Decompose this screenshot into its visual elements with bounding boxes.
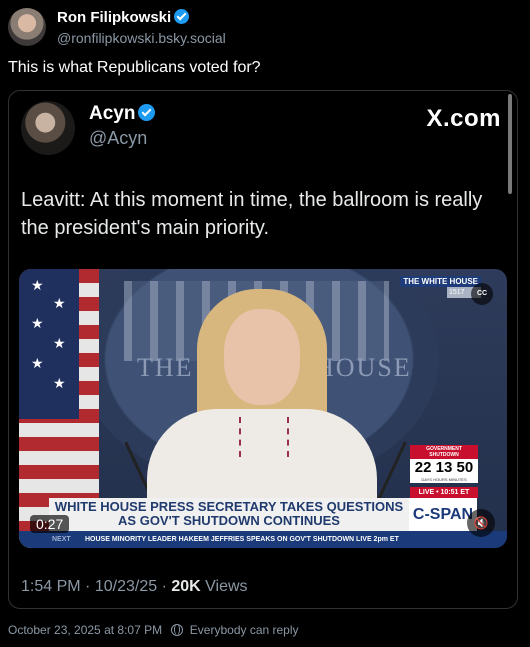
- video-duration: 0:27: [30, 515, 70, 533]
- video-headline: WHITE HOUSE PRESS SECRETARY TAKES QUESTI…: [49, 498, 409, 532]
- post-timestamp[interactable]: October 23, 2025 at 8:07 PM: [8, 623, 162, 637]
- shutdown-units: DAYS HOURS MINUTES: [421, 477, 467, 482]
- post-author-handle[interactable]: @ronfilipkowski.bsky.social: [57, 30, 226, 46]
- flag-star: ★: [31, 355, 44, 371]
- ticker-label: NEXT: [52, 536, 71, 543]
- post-author-name-row[interactable]: Ron Filipkowski: [57, 9, 190, 26]
- flag-star: ★: [31, 315, 44, 331]
- video-background-text-right: HOUSE: [315, 353, 412, 382]
- post-footer: October 23, 2025 at 8:07 PM Everybody ca…: [8, 623, 299, 637]
- post-author-avatar[interactable]: [8, 8, 46, 46]
- meta-separator: ·: [161, 578, 167, 595]
- flag-star: ★: [31, 277, 44, 293]
- flag-star: ★: [53, 375, 66, 391]
- mute-icon[interactable]: 🔇: [467, 509, 495, 537]
- video-headline-line1: WHITE HOUSE PRESS SECRETARY TAKES QUESTI…: [54, 499, 404, 514]
- video-headline-line2: AS GOV'T SHUTDOWN CONTINUES: [118, 513, 340, 528]
- flag-star: ★: [53, 295, 66, 311]
- news-ticker: NEXT HOUSE MINORITY LEADER HAKEEM JEFFRI…: [19, 531, 507, 548]
- embed-source-logo[interactable]: X.com: [426, 105, 501, 133]
- flag-star: ★: [53, 335, 66, 351]
- embed-time[interactable]: 1:54 PM: [21, 578, 81, 595]
- video-player[interactable]: THE W HOUSE ★ ★ ★ ★ ★ ★ THE WHITE HOUSE …: [19, 269, 507, 548]
- post-text: This is what Republicans voted for?: [8, 59, 261, 76]
- post-author-name[interactable]: Ron Filipkowski: [57, 9, 171, 26]
- flag-union: [19, 269, 79, 419]
- verified-badge-icon: [174, 9, 190, 24]
- embed-author-avatar[interactable]: [21, 101, 75, 155]
- embed-date[interactable]: 10/23/25: [95, 578, 157, 595]
- speaker-jacket-trim: [239, 417, 289, 457]
- embed-author-name[interactable]: Acyn: [89, 103, 135, 124]
- globe-icon: [171, 624, 184, 636]
- embed-views-count: 20K: [171, 578, 201, 595]
- verified-badge-icon: [138, 104, 156, 121]
- embed-meta: 1:54 PM · 10/23/25 · 20K Views: [21, 578, 248, 596]
- embed-post-text: Leavitt: At this moment in time, the bal…: [21, 189, 483, 239]
- shutdown-label-2: SHUTDOWN: [429, 452, 459, 458]
- cc-icon[interactable]: CC: [471, 283, 493, 305]
- shutdown-clock: 22 13 50: [414, 459, 474, 476]
- embed-author-handle[interactable]: @Acyn: [89, 128, 147, 149]
- embed-scrollbar[interactable]: [508, 94, 512, 194]
- speaker-face: [224, 309, 300, 405]
- live-indicator: LIVE • 10:51 ET: [410, 487, 478, 498]
- meta-separator: ·: [85, 578, 91, 595]
- shutdown-label: GOVERNMENT SHUTDOWN: [410, 445, 478, 459]
- network-tag-sub-text: 1517: [449, 289, 465, 296]
- embedded-post-card[interactable]: Acyn @Acyn X.com Leavitt: At this moment…: [8, 90, 518, 609]
- shutdown-clock-box: GOVERNMENT SHUTDOWN 22 13 50 DAYS HOURS …: [410, 445, 478, 483]
- embed-author-name-row[interactable]: Acyn: [89, 103, 156, 125]
- network-tag: THE WHITE HOUSE: [400, 276, 481, 287]
- embed-views-label: Views: [205, 578, 248, 595]
- ticker-text: HOUSE MINORITY LEADER HAKEEM JEFFRIES SP…: [85, 536, 399, 543]
- reply-setting[interactable]: Everybody can reply: [190, 623, 299, 637]
